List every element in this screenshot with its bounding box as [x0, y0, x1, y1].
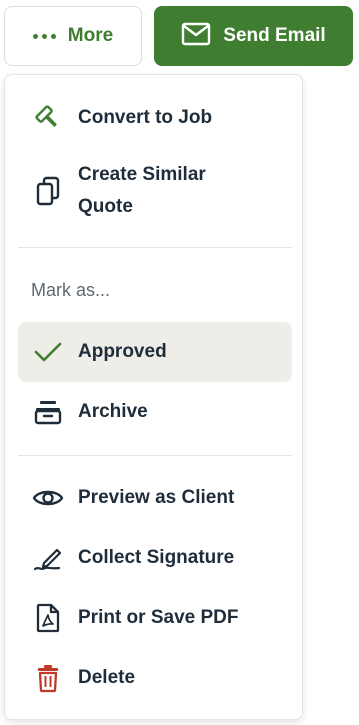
more-button-label: More: [67, 25, 114, 46]
menu-item-label: Delete: [78, 667, 136, 688]
archive-box-icon: [32, 396, 64, 428]
more-actions-menu: Convert to Job Create Similar Quote Mark…: [4, 74, 303, 720]
eye-icon: [32, 482, 64, 514]
copy-icon: [32, 175, 64, 207]
menu-item-label: Convert to Job: [78, 107, 213, 128]
envelope-icon: [181, 22, 211, 51]
menu-item-label: Approved: [78, 341, 167, 362]
trash-icon: [32, 662, 64, 694]
menu-item-label: Preview as Client: [78, 487, 235, 508]
pdf-file-icon: [32, 602, 64, 634]
hammer-icon: [32, 102, 64, 134]
mark-as-heading: Mark as...: [31, 280, 111, 300]
menu-item-label: Archive: [78, 401, 148, 422]
menu-item-approved[interactable]: Approved: [18, 322, 292, 382]
menu-item-create-similar-quote[interactable]: Create Similar Quote: [18, 159, 292, 225]
menu-item-preview-as-client[interactable]: Preview as Client: [18, 479, 292, 517]
send-email-button[interactable]: Send Email: [154, 6, 353, 66]
more-dots-icon: [32, 33, 56, 39]
menu-item-convert-to-job[interactable]: Convert to Job: [18, 99, 292, 137]
menu-item-label: Print or Save PDF: [78, 607, 239, 628]
menu-item-label: Create Similar Quote: [78, 164, 206, 217]
menu-divider: [18, 247, 292, 248]
menu-item-collect-signature[interactable]: Collect Signature: [18, 539, 292, 577]
more-button[interactable]: More: [4, 6, 142, 66]
check-icon: [32, 336, 64, 368]
menu-item-archive[interactable]: Archive: [18, 393, 292, 431]
menu-divider: [18, 455, 292, 456]
send-email-label: Send Email: [223, 25, 326, 46]
pen-signature-icon: [32, 542, 64, 574]
menu-item-print-or-save-pdf[interactable]: Print or Save PDF: [18, 599, 292, 637]
menu-item-delete[interactable]: Delete: [18, 659, 292, 697]
menu-item-label: Collect Signature: [78, 547, 235, 568]
